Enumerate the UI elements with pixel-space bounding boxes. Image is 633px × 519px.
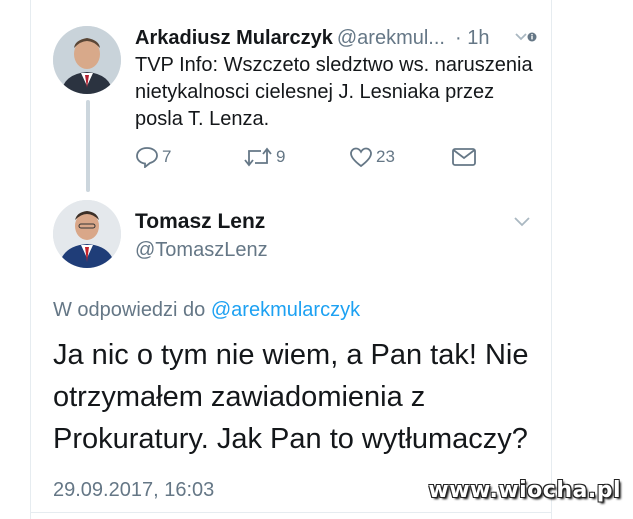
avatar[interactable]: [53, 26, 121, 94]
tweet-thread-card: Arkadiusz Mularczyk @arekmul... · 1h TVP …: [30, 0, 552, 519]
reply-count: 7: [162, 147, 172, 166]
retweet-icon: [244, 147, 272, 167]
tweet-text: TVP Info: Wszczeto sledztwo ws. naruszen…: [135, 54, 533, 130]
tweet-timestamp[interactable]: 29.09.2017, 16:03: [53, 476, 214, 504]
tweet-actions: 7 9 23: [135, 144, 535, 170]
parent-tweet-header: Arkadiusz Mularczyk @arekmul... · 1h: [135, 24, 537, 52]
tweet-time[interactable]: · 1h: [455, 24, 489, 52]
avatar[interactable]: [53, 200, 121, 268]
person-avatar-icon: [53, 26, 121, 94]
chevron-down-icon[interactable]: [511, 214, 533, 230]
retweet-button[interactable]: 9: [243, 144, 285, 170]
direct-message-button[interactable]: [451, 144, 480, 170]
like-count: 23: [376, 147, 395, 166]
author-handle[interactable]: @TomaszLenz: [135, 236, 268, 264]
retweet-count: 9: [276, 147, 286, 166]
watermark: www.wiocha.pl: [428, 478, 621, 503]
replying-to-prefix: W odpowiedzi do: [53, 299, 206, 321]
replying-to-line: W odpowiedzi do @arekmularczyk: [53, 296, 360, 324]
replying-to-mention[interactable]: @arekmularczyk: [211, 299, 360, 321]
chevron-down-icon[interactable]: [515, 30, 537, 46]
thread-connector-line: [86, 100, 90, 192]
divider: [31, 512, 551, 513]
person-avatar-icon: [53, 200, 121, 268]
author-handle[interactable]: @arekmul...: [337, 27, 445, 49]
envelope-icon: [452, 148, 476, 166]
like-button[interactable]: 23: [349, 144, 395, 170]
author-name[interactable]: Arkadiusz Mularczyk: [135, 27, 333, 49]
tweet-text: Ja nic o tym nie wiem, a Pan tak! Nie ot…: [53, 339, 529, 455]
author-name[interactable]: Tomasz Lenz: [135, 208, 265, 236]
heart-icon: [350, 147, 372, 168]
reply-icon: [136, 147, 158, 168]
reply-button[interactable]: 7: [135, 144, 171, 170]
